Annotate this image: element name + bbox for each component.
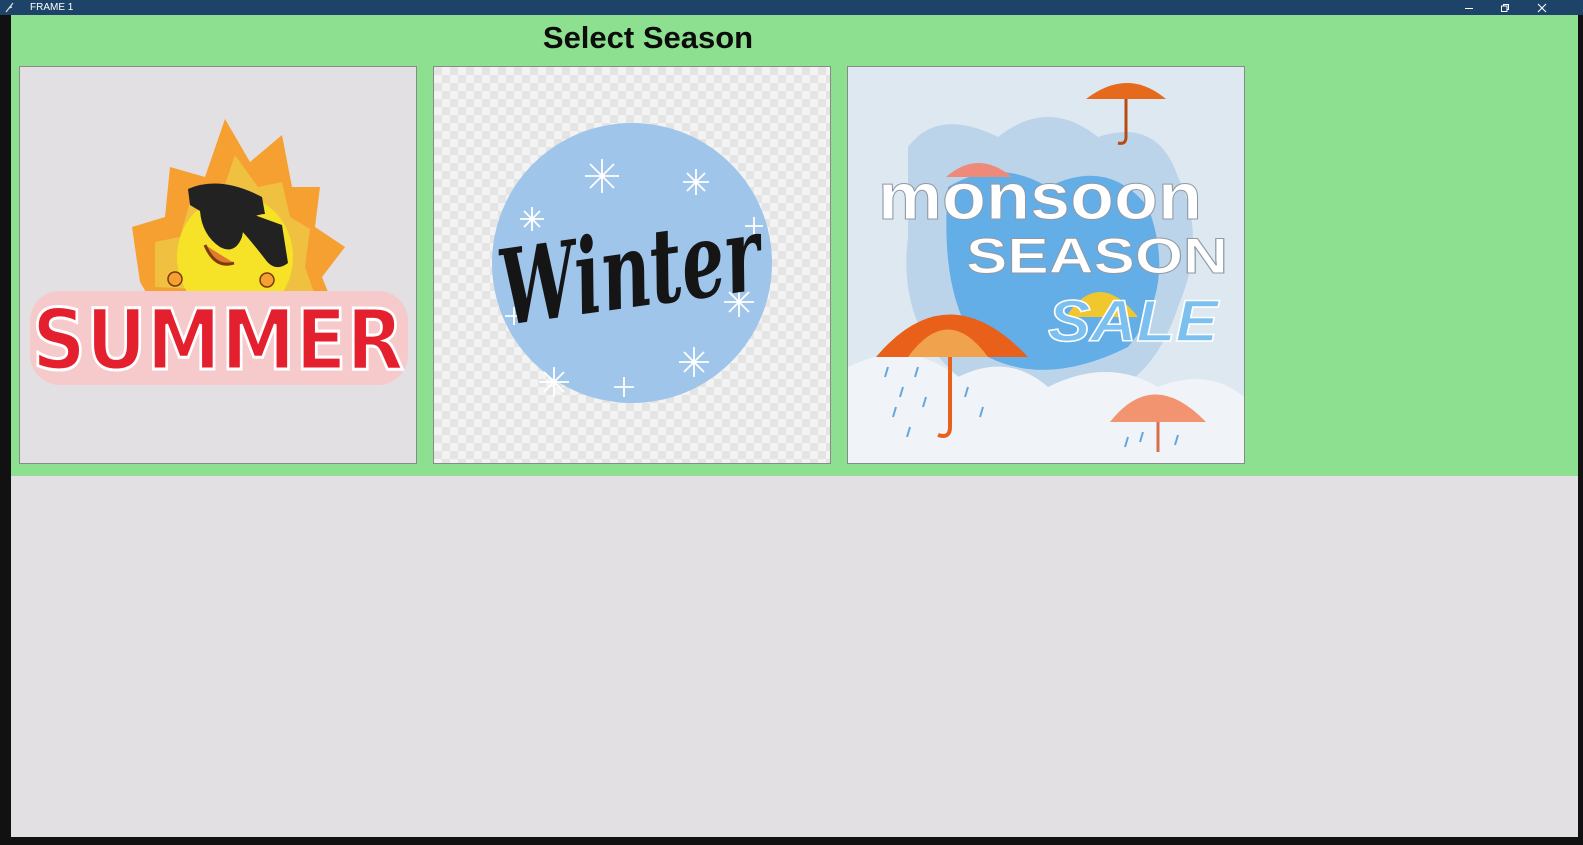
window-body: Select Season SUMMER Winter monsoon SEAS…: [11, 15, 1578, 837]
summer-text: SUMMER: [32, 291, 404, 389]
bottom-edge: [0, 837, 1583, 845]
winter-card-button[interactable]: Winter: [433, 66, 831, 464]
restore-button[interactable]: [1490, 0, 1520, 15]
monsoon-card-button[interactable]: monsoon SEASON SALE: [847, 66, 1245, 464]
monsoon-image: monsoon SEASON SALE: [848, 67, 1244, 463]
window-titlebar: FRAME 1: [0, 0, 1583, 15]
close-button[interactable]: [1527, 0, 1557, 15]
sun-icon: [132, 119, 345, 319]
close-icon: [1537, 3, 1547, 12]
minimize-button[interactable]: [1454, 0, 1484, 15]
page-title: Select Season: [542, 20, 754, 55]
summer-image: SUMMER: [30, 119, 408, 391]
feather-app-icon: [5, 2, 14, 13]
restore-icon: [1501, 3, 1509, 12]
monsoon-text: monsoon: [878, 159, 1202, 233]
season-panel: Select Season SUMMER Winter monsoon SEAS…: [11, 15, 1578, 476]
season-text: SEASON: [966, 228, 1228, 284]
sale-text: SALE: [1048, 289, 1221, 354]
summer-card-button[interactable]: SUMMER: [19, 66, 417, 464]
window-title: FRAME 1: [30, 2, 74, 13]
minimize-icon: [1465, 7, 1473, 9]
winter-image: Winter: [434, 67, 830, 463]
